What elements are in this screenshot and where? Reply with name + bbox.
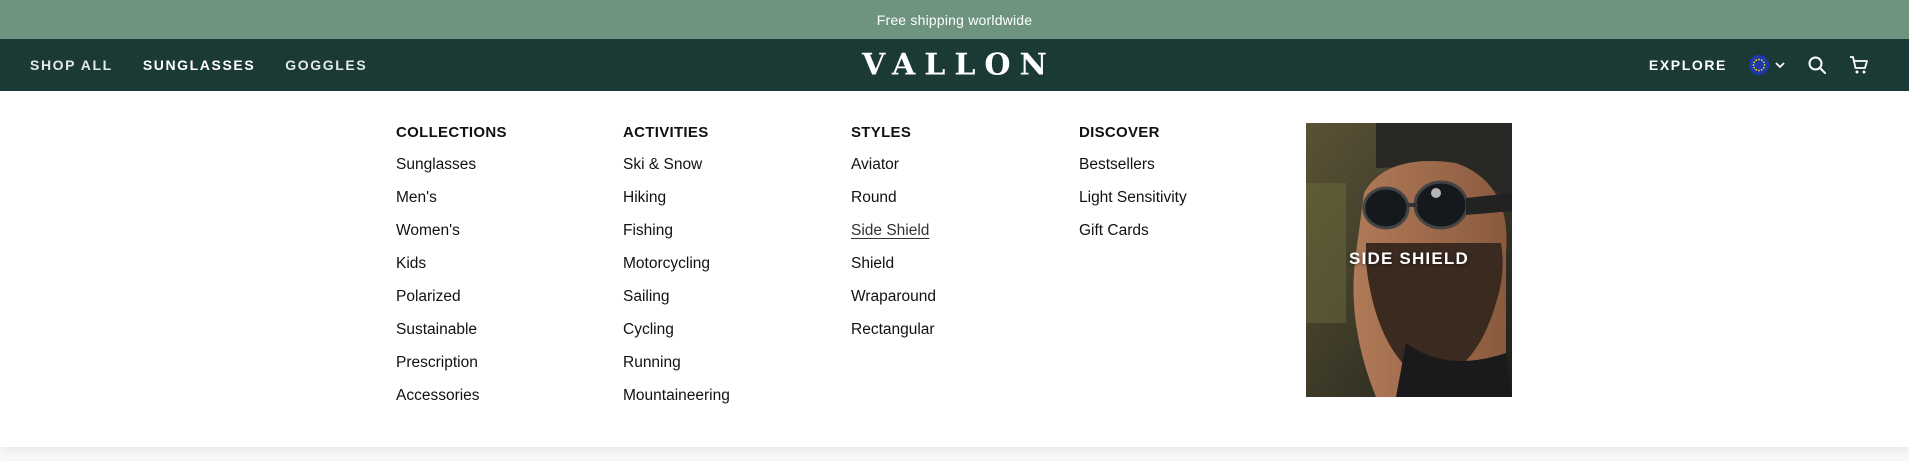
menu-column-activities: ACTIVITIES Ski & Snow Hiking Fishing Mot… [623, 124, 730, 420]
menu-link-round[interactable]: Round [851, 189, 897, 206]
menu-link-cycling[interactable]: Cycling [623, 321, 674, 338]
menu-column-styles: STYLES Aviator Round Side Shield Shield … [851, 124, 936, 354]
menu-link-rectangular[interactable]: Rectangular [851, 321, 935, 338]
menu-link-sunglasses[interactable]: Sunglasses [396, 156, 476, 173]
menu-link-sustainable[interactable]: Sustainable [396, 321, 477, 338]
menu-link-light-sensitivity[interactable]: Light Sensitivity [1079, 189, 1187, 206]
menu-link-mountaineering[interactable]: Mountaineering [623, 387, 730, 404]
menu-link-accessories[interactable]: Accessories [396, 387, 480, 404]
announcement-text: Free shipping worldwide [876, 11, 1033, 28]
header-actions: EXPLORE [1649, 39, 1869, 91]
menu-link-wraparound[interactable]: Wraparound [851, 288, 936, 305]
menu-link-shield[interactable]: Shield [851, 255, 894, 272]
nav-sunglasses[interactable]: SUNGLASSES [143, 57, 255, 73]
menu-link-mens[interactable]: Men's [396, 189, 437, 206]
menu-link-sailing[interactable]: Sailing [623, 288, 670, 305]
menu-link-aviator[interactable]: Aviator [851, 156, 899, 173]
menu-link-bestsellers[interactable]: Bestsellers [1079, 156, 1155, 173]
site-header: SHOP ALL SUNGLASSES GOGGLES VALLON EXPLO… [0, 39, 1909, 91]
menu-link-polarized[interactable]: Polarized [396, 288, 461, 305]
cart-icon[interactable] [1849, 55, 1869, 75]
nav-explore[interactable]: EXPLORE [1649, 57, 1727, 73]
promo-card-side-shield[interactable]: SIDE SHIELD [1306, 123, 1512, 397]
menu-link-kids[interactable]: Kids [396, 255, 426, 272]
nav-goggles[interactable]: GOGGLES [285, 57, 367, 73]
menu-column-collections: COLLECTIONS Sunglasses Men's Women's Kid… [396, 124, 507, 420]
primary-nav: SHOP ALL SUNGLASSES GOGGLES [0, 57, 367, 73]
menu-link-prescription[interactable]: Prescription [396, 354, 478, 371]
chevron-down-icon [1775, 56, 1785, 74]
menu-link-womens[interactable]: Women's [396, 222, 460, 239]
column-heading: COLLECTIONS [396, 124, 507, 141]
column-heading: DISCOVER [1079, 124, 1160, 141]
promo-label: SIDE SHIELD [1349, 249, 1469, 268]
eu-flag-icon [1749, 55, 1769, 75]
menu-link-motorcycling[interactable]: Motorcycling [623, 255, 710, 272]
search-icon[interactable] [1807, 55, 1827, 75]
column-heading: ACTIVITIES [623, 124, 709, 141]
announcement-bar: Free shipping worldwide [0, 0, 1909, 39]
menu-column-discover: DISCOVER Bestsellers Light Sensitivity G… [1079, 124, 1187, 255]
menu-link-ski-snow[interactable]: Ski & Snow [623, 156, 702, 173]
column-heading: STYLES [851, 124, 912, 141]
nav-shop-all[interactable]: SHOP ALL [30, 57, 113, 73]
menu-link-running[interactable]: Running [623, 354, 681, 371]
menu-link-fishing[interactable]: Fishing [623, 222, 673, 239]
menu-link-hiking[interactable]: Hiking [623, 189, 666, 206]
mega-menu: COLLECTIONS Sunglasses Men's Women's Kid… [0, 91, 1909, 447]
brand-logo[interactable]: VALLON [853, 48, 1056, 83]
locale-selector[interactable] [1749, 55, 1785, 75]
menu-link-side-shield[interactable]: Side Shield [851, 222, 929, 239]
menu-link-gift-cards[interactable]: Gift Cards [1079, 222, 1149, 239]
